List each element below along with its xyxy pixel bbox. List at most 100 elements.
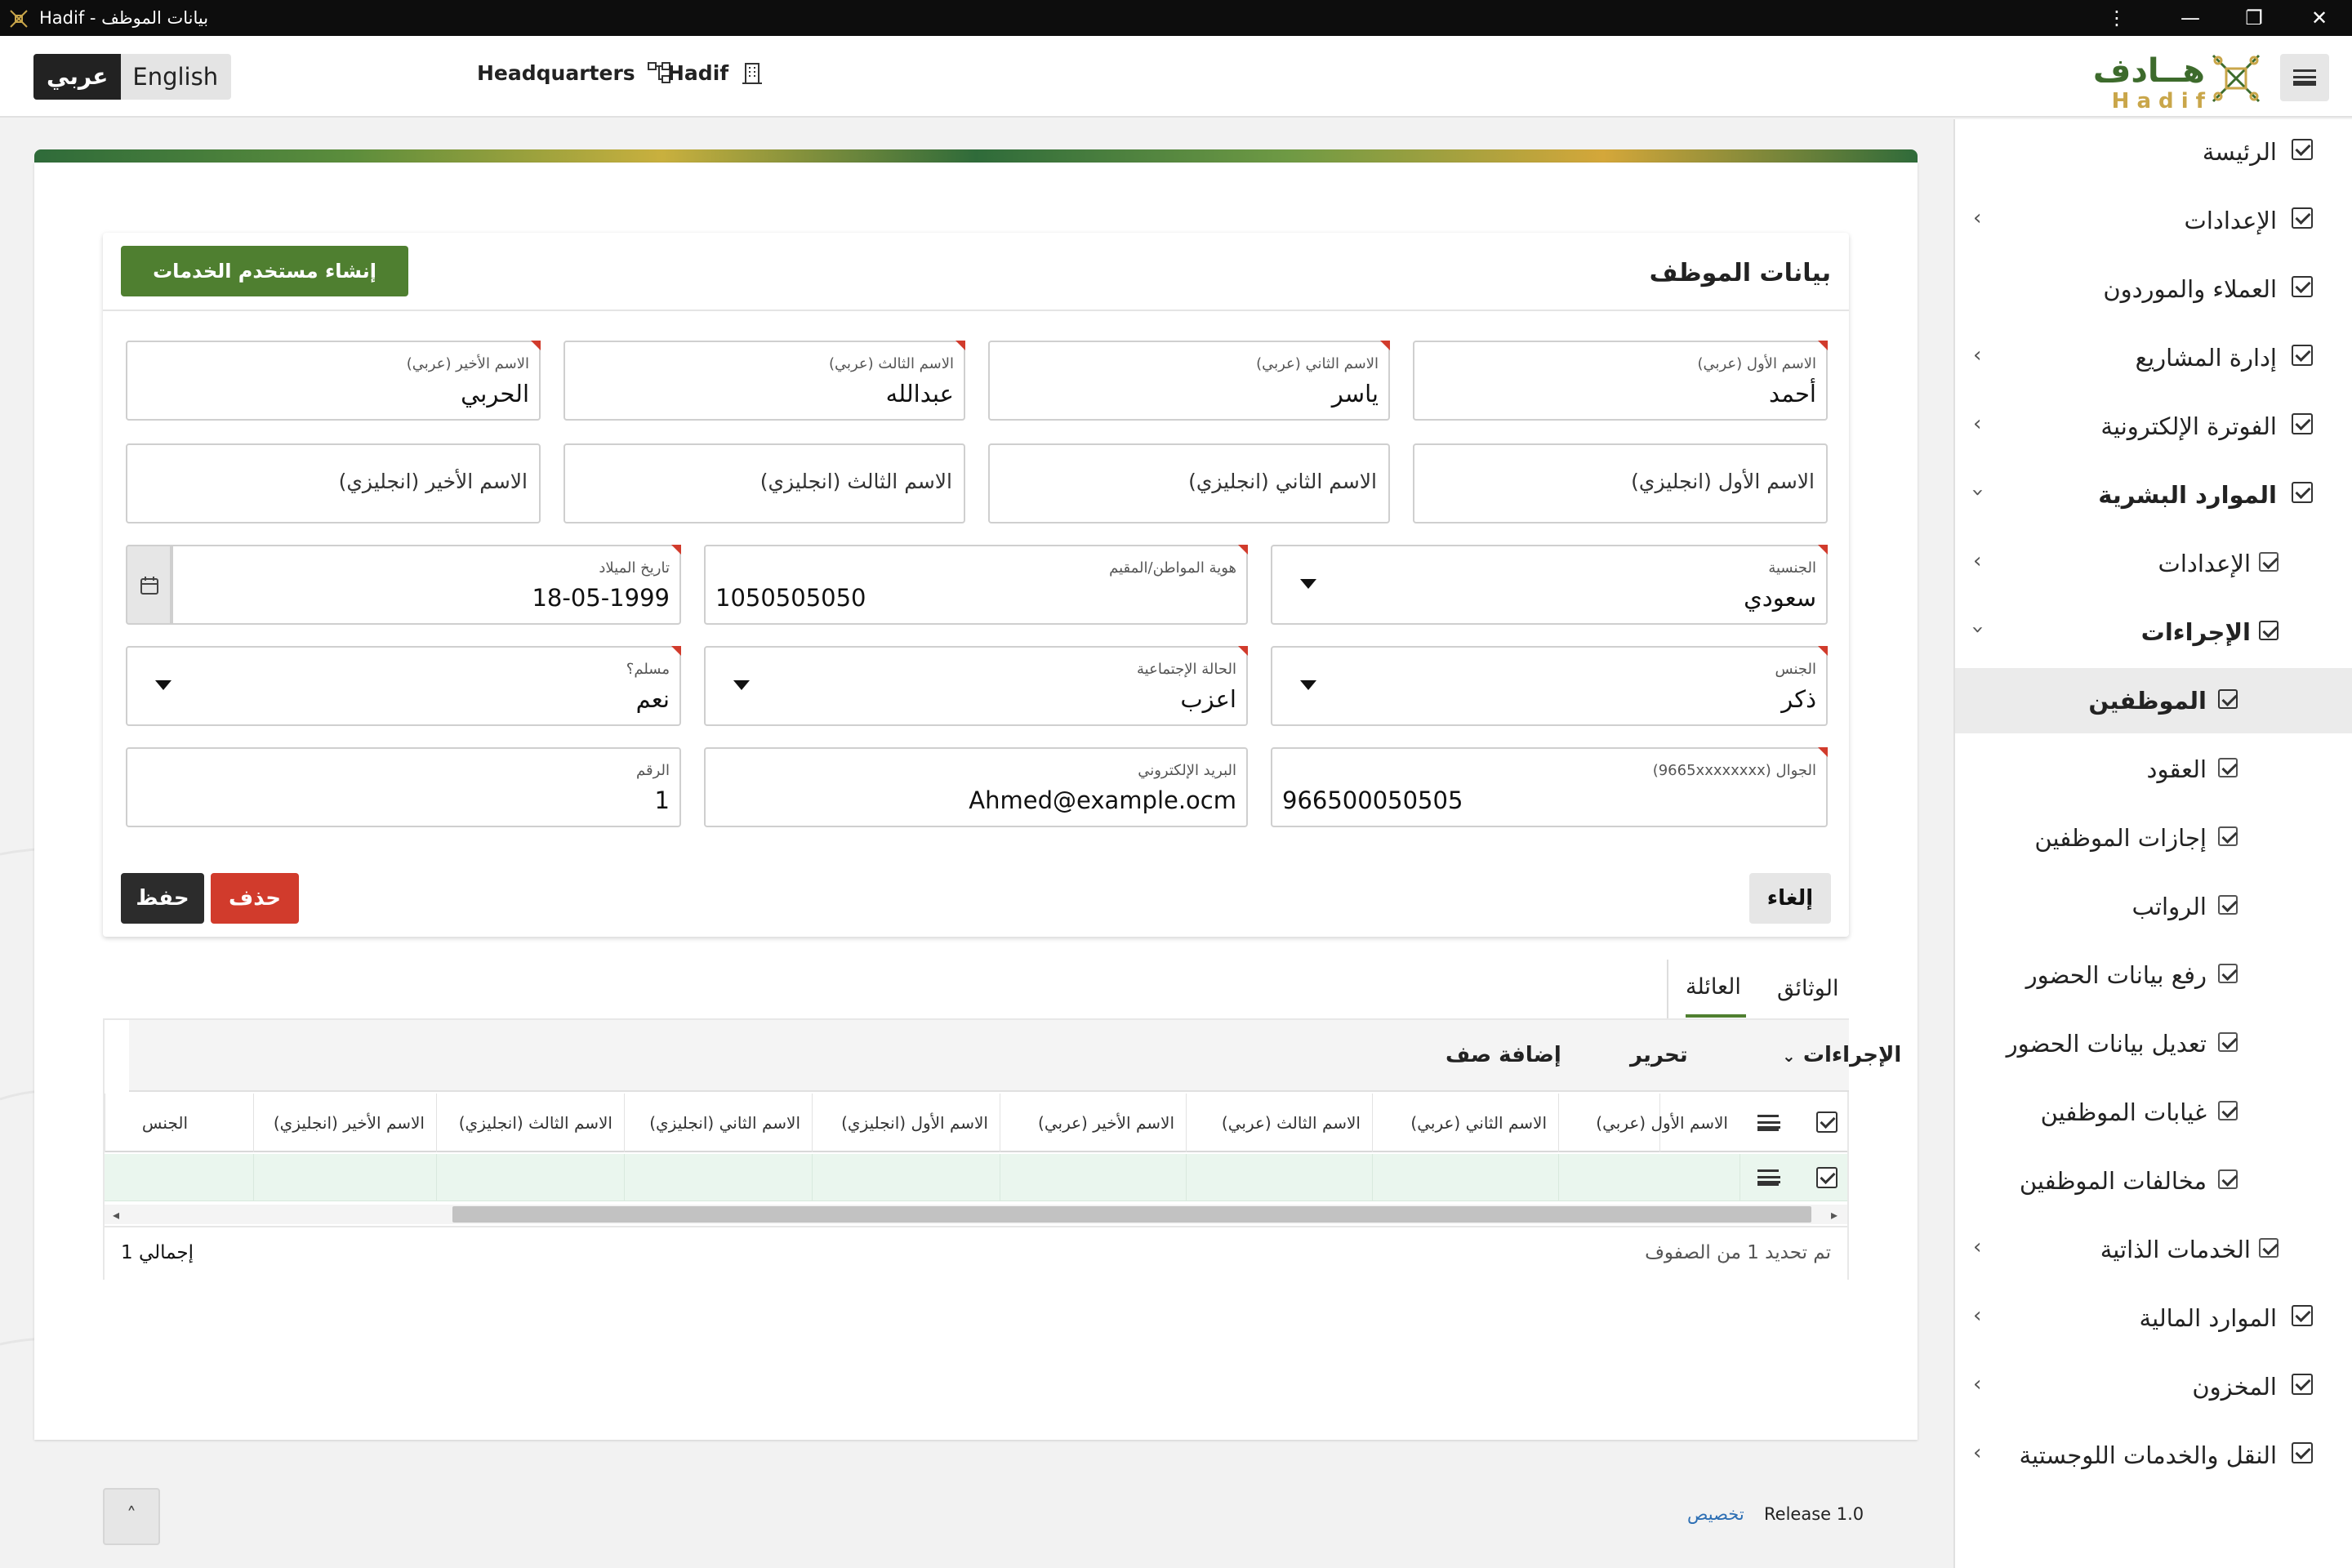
column-header[interactable]: الاسم الثالث (عربي) — [1186, 1094, 1372, 1152]
sidebar-item-customers-suppliers[interactable]: العملاء والموردون — [1955, 256, 2352, 322]
tab-family[interactable]: العائلة — [1686, 974, 1741, 1000]
scroll-right-icon[interactable]: ▸ — [1831, 1207, 1838, 1223]
grid-add-row-button[interactable]: إضافة صف — [1446, 1043, 1561, 1067]
cancel-button[interactable]: إلغاء — [1749, 873, 1831, 924]
required-marker — [1380, 341, 1390, 350]
email-field[interactable]: البريد الإلكتروني Ahmed@example.ocm — [704, 747, 1248, 827]
create-self-service-user-button[interactable]: إنشاء مستخدم الخدمات الذاتية — [121, 246, 408, 333]
sidebar-item-salaries[interactable]: الرواتب — [1955, 874, 2352, 939]
sidebar-item-employee-absences[interactable]: غيابات الموظفين — [1955, 1080, 2352, 1145]
sidebar-item-upload-attendance[interactable]: رفع بيانات الحضور — [1955, 942, 2352, 1008]
marital-status-select[interactable]: الحالة الإجتماعية اعزب — [704, 646, 1248, 726]
save-button[interactable]: حفظ — [121, 873, 204, 924]
first-name-ar-field[interactable]: الاسم الأول (عربي) أحمد — [1413, 341, 1828, 421]
restore-icon[interactable]: ❐ — [2230, 5, 2278, 31]
company-label: Hadif — [667, 60, 729, 85]
sidebar-item-financial-resources[interactable]: ‹ الموارد المالية — [1955, 1285, 2352, 1351]
required-marker — [1818, 747, 1828, 757]
tab-documents[interactable]: الوثائق — [1777, 976, 1838, 1001]
sidebar-item-contracts[interactable]: العقود — [1955, 737, 2352, 802]
birth-date-field[interactable]: تاريخ الميلاد 18-05-1999 — [172, 545, 681, 625]
required-marker — [956, 341, 965, 350]
sidebar-item-edit-attendance[interactable]: تعديل بيانات الحضور — [1955, 1011, 2352, 1076]
more-options-icon[interactable]: ⋮ — [2092, 5, 2141, 31]
field-label: الرقم — [635, 762, 670, 779]
sidebar-item-label: تعديل بيانات الحضور — [2006, 1030, 2207, 1058]
customize-link[interactable]: تخصيص — [1687, 1504, 1744, 1524]
row-checkbox[interactable] — [1816, 1167, 1838, 1188]
sidebar-item-label: الرئيسة — [2202, 138, 2277, 166]
field-value: ياسر — [1331, 380, 1379, 408]
hamburger-menu-button[interactable] — [2280, 54, 2329, 101]
last-name-ar-field[interactable]: الاسم الأخير (عربي) الحربي — [126, 341, 541, 421]
column-header[interactable]: الاسم الثالث (انجليزي) — [436, 1094, 624, 1152]
scroll-left-icon[interactable]: ◂ — [113, 1207, 119, 1223]
company-selector[interactable]: Hadif — [667, 60, 764, 85]
column-header[interactable]: الاسم الثاني (عربي) — [1372, 1094, 1558, 1152]
column-header[interactable]: الاسم الأخير (عربي) — [1000, 1094, 1186, 1152]
grid-edit-button[interactable]: تحرير — [1630, 1043, 1688, 1067]
last-name-en-field[interactable]: الاسم الأخير (انجليزي) — [126, 443, 541, 523]
required-marker — [1238, 545, 1248, 555]
number-field[interactable]: الرقم 1 — [126, 747, 681, 827]
column-header[interactable]: الاسم الأول (عربي) — [1558, 1094, 1740, 1152]
sidebar-item-e-invoicing[interactable]: ‹ الفوترة الإلكترونية — [1955, 394, 2352, 459]
lang-arabic-button[interactable]: عربي — [33, 54, 122, 100]
tab-divider — [1667, 960, 1668, 1018]
delete-button[interactable]: حذف — [211, 873, 299, 924]
nationality-select[interactable]: الجنسية سعودي — [1271, 545, 1828, 625]
checkbox-icon — [2218, 1169, 2238, 1189]
required-marker — [1238, 646, 1248, 656]
sidebar-item-procedures[interactable]: ‹ الإجراءات — [1955, 599, 2352, 665]
org-unit-selector[interactable]: Headquarters — [477, 60, 671, 85]
column-header[interactable]: الاسم الثاني (انجليزي) — [624, 1094, 812, 1152]
sidebar-item-hr-settings[interactable]: ‹ الإعدادات — [1955, 531, 2352, 596]
checkbox-icon — [2292, 1374, 2313, 1395]
lang-english-button[interactable]: English — [121, 54, 231, 100]
sidebar-item-transport-logistics[interactable]: ‹ النقل والخدمات اللوجستية — [1955, 1423, 2352, 1488]
sidebar-item-employees[interactable]: الموظفين — [1955, 668, 2352, 733]
dropdown-caret-icon — [1300, 680, 1316, 690]
checkbox-icon — [2292, 345, 2313, 366]
sidebar-item-label: الخدمات الذاتية — [2100, 1236, 2251, 1263]
sidebar-item-employee-violations[interactable]: مخالفات الموظفين — [1955, 1148, 2352, 1214]
checkbox-icon — [2218, 758, 2238, 777]
sidebar-item-home[interactable]: الرئيسة — [1955, 119, 2352, 185]
chevron-left-icon: ‹ — [1973, 343, 1982, 368]
sidebar-item-human-resources[interactable]: ‹ الموارد البشرية — [1955, 462, 2352, 528]
sidebar-item-project-management[interactable]: ‹ إدارة المشاريع — [1955, 325, 2352, 390]
gender-select[interactable]: الجنس ذكر — [1271, 646, 1828, 726]
horizontal-scrollbar[interactable]: ◂ ▸ — [105, 1205, 1847, 1224]
sidebar-item-inventory[interactable]: ‹ المخزون — [1955, 1354, 2352, 1419]
third-name-ar-field[interactable]: الاسم الثالث (عربي) عبدالله — [564, 341, 965, 421]
column-header[interactable]: الجنس — [105, 1094, 253, 1152]
hadif-logo-mark: هــادف H a d i f — [2093, 52, 2261, 114]
minimize-icon[interactable]: — — [2166, 5, 2215, 31]
sidebar-item-self-services[interactable]: ‹ الخدمات الذاتية — [1955, 1217, 2352, 1282]
row-menu-icon[interactable] — [1757, 1169, 1780, 1186]
table-row[interactable] — [105, 1154, 1847, 1201]
sidebar-item-settings[interactable]: ‹ الإعدادات — [1955, 188, 2352, 253]
field-label: الجنسية — [1768, 559, 1816, 577]
main-panel: بيانات الموظف إنشاء مستخدم الخدمات الذات… — [34, 163, 1918, 1440]
muslim-select[interactable]: مسلم؟ نعم — [126, 646, 681, 726]
scroll-to-top-button[interactable]: ˄ — [103, 1488, 160, 1545]
second-name-ar-field[interactable]: الاسم الثاني (عربي) ياسر — [988, 341, 1390, 421]
grid-actions-menu[interactable]: ⌄ الإجراءات — [1782, 1043, 1901, 1067]
second-name-en-field[interactable]: الاسم الثاني (انجليزي) — [988, 443, 1390, 523]
employee-form-card: بيانات الموظف إنشاء مستخدم الخدمات الذات… — [103, 233, 1849, 937]
table-cell — [253, 1154, 254, 1201]
national-id-field[interactable]: هوية المواطن/المقيم 1050505050 — [704, 545, 1248, 625]
sidebar-item-employee-leaves[interactable]: إجازات الموظفين — [1955, 805, 2352, 871]
mobile-field[interactable]: الجوال (9665xxxxxxxx) 966500050505 — [1271, 747, 1828, 827]
calendar-button[interactable] — [126, 545, 172, 625]
scrollbar-thumb[interactable] — [452, 1206, 1811, 1223]
third-name-en-field[interactable]: الاسم الثالث (انجليزي) — [564, 443, 965, 523]
column-header[interactable]: الاسم الأول (انجليزي) — [812, 1094, 1000, 1152]
column-header[interactable]: الاسم الأخير (انجليزي) — [253, 1094, 436, 1152]
sidebar-item-label: العملاء والموردون — [2103, 275, 2277, 303]
first-name-en-field[interactable]: الاسم الأول (انجليزي) — [1413, 443, 1828, 523]
dropdown-caret-icon — [733, 680, 750, 690]
family-grid: ⌄ الإجراءات تحرير إضافة صف الاسم الأول (… — [103, 1018, 1901, 1280]
close-icon[interactable]: ✕ — [2295, 5, 2344, 31]
